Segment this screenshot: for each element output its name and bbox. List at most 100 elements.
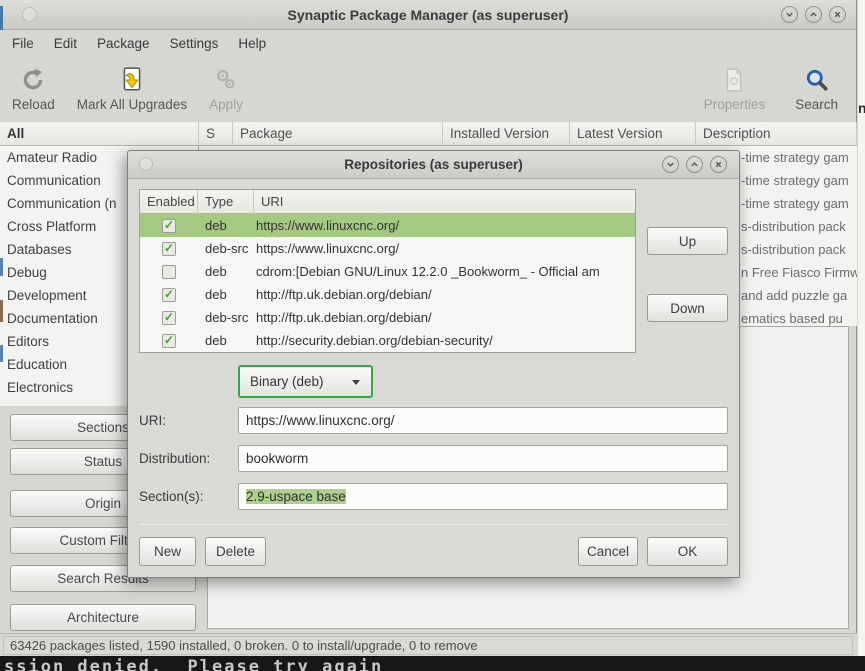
- distribution-label: Distribution:: [139, 451, 210, 466]
- delete-button[interactable]: Delete: [205, 537, 266, 566]
- sidebar-button-architecture[interactable]: Architecture: [10, 604, 196, 631]
- mark-all-upgrades-icon: [120, 66, 144, 93]
- repo-type: deb: [198, 218, 254, 233]
- repo-column-type[interactable]: Type: [198, 190, 254, 214]
- column-header-installed-version[interactable]: Installed Version: [443, 122, 570, 146]
- sections-field[interactable]: 2.9-uspace base: [238, 483, 728, 510]
- maximize-button[interactable]: [805, 6, 822, 23]
- package-row-description-fragment[interactable]: s-distribution pack: [741, 238, 857, 261]
- dialog-minimize-button[interactable]: [662, 156, 679, 173]
- table-header-row: All S Package Installed Version Latest V…: [0, 122, 857, 146]
- type-dropdown[interactable]: Binary (deb): [238, 365, 373, 398]
- sections-field-selected-text: 2.9-uspace base: [246, 489, 346, 504]
- repo-column-enabled[interactable]: Enabled: [140, 190, 198, 214]
- column-header-latest-version[interactable]: Latest Version: [570, 122, 696, 146]
- toolbar: Reload Mark All Upgrades: [0, 57, 856, 121]
- terminal-window-strip[interactable]: ssion denied. Please try again: [0, 656, 865, 671]
- background-window-text-fragment: n: [858, 100, 865, 116]
- package-row-description-fragment[interactable]: s-distribution pack: [741, 215, 857, 238]
- package-row-description-fragment[interactable]: n Free Fiasco Firmw: [741, 261, 857, 284]
- repo-enabled-cell: [140, 334, 198, 348]
- menu-file[interactable]: File: [2, 31, 44, 57]
- repo-uri: http://ftp.uk.debian.org/debian/: [254, 310, 635, 325]
- repo-table-header: Enabled Type URI: [140, 190, 635, 214]
- package-row-description-fragment[interactable]: ematics based pu: [741, 307, 857, 326]
- menubar: File Edit Package Settings Help: [0, 31, 856, 57]
- menu-package[interactable]: Package: [87, 31, 160, 57]
- toolbar-right-group: Properties Search: [698, 64, 844, 114]
- enabled-checkbox[interactable]: [162, 334, 176, 348]
- repo-uri: http://security.debian.org/debian-securi…: [254, 333, 635, 348]
- type-dropdown-value: Binary (deb): [250, 374, 351, 389]
- column-header-package[interactable]: Package: [233, 122, 443, 146]
- search-button[interactable]: Search: [789, 64, 844, 114]
- cancel-button[interactable]: Cancel: [578, 537, 638, 566]
- repo-uri: https://www.linuxcnc.org/: [254, 218, 635, 233]
- uri-field[interactable]: [238, 407, 728, 434]
- repo-row[interactable]: deb http://security.debian.org/debian-se…: [140, 329, 635, 352]
- repo-row[interactable]: deb cdrom:[Debian GNU/Linux 12.2.0 _Book…: [140, 260, 635, 283]
- apply-button[interactable]: Apply: [203, 64, 249, 114]
- move-down-button[interactable]: Down: [647, 294, 728, 322]
- toolbar-left-group: Reload Mark All Upgrades: [6, 64, 249, 114]
- repo-row[interactable]: deb-src http://ftp.uk.debian.org/debian/: [140, 306, 635, 329]
- repo-row[interactable]: deb https://www.linuxcnc.org/: [140, 214, 635, 237]
- repo-enabled-cell: [140, 219, 198, 233]
- dialog-titlebar[interactable]: Repositories (as superuser): [128, 151, 739, 179]
- repositories-dialog: Repositories (as superuser) Enabled Type…: [127, 150, 740, 578]
- reload-icon: [20, 66, 46, 93]
- enabled-checkbox[interactable]: [162, 242, 176, 256]
- edge-sliver: [0, 6, 3, 30]
- repo-type: deb: [198, 287, 254, 302]
- column-header-description[interactable]: Description: [696, 122, 857, 146]
- repo-enabled-cell: [140, 311, 198, 325]
- close-button[interactable]: [829, 6, 846, 23]
- package-row-description-fragment[interactable]: and add puzzle ga: [741, 284, 857, 307]
- edge-sliver: [0, 258, 3, 276]
- properties-button[interactable]: Properties: [698, 64, 772, 114]
- uri-label: URI:: [139, 413, 166, 428]
- reload-button[interactable]: Reload: [6, 64, 61, 114]
- repo-type: deb-src: [198, 310, 254, 325]
- dialog-maximize-button[interactable]: [686, 156, 703, 173]
- properties-document-icon: [723, 66, 745, 93]
- enabled-checkbox[interactable]: [162, 311, 176, 325]
- menu-settings[interactable]: Settings: [160, 31, 229, 57]
- dialog-close-button[interactable]: [710, 156, 727, 173]
- package-row-description-fragment[interactable]: -time strategy gam: [741, 192, 857, 215]
- package-row-description-fragment[interactable]: -time strategy gam: [741, 146, 857, 169]
- dialog-separator: [139, 524, 728, 525]
- mark-all-upgrades-button[interactable]: Mark All Upgrades: [71, 64, 193, 114]
- move-up-button[interactable]: Up: [647, 227, 728, 255]
- repo-enabled-cell: [140, 265, 198, 279]
- minimize-button[interactable]: [781, 6, 798, 23]
- package-row-description-fragment[interactable]: -time strategy gam: [741, 169, 857, 192]
- new-button[interactable]: New: [139, 537, 196, 566]
- status-text: 63426 packages listed, 1590 installed, 0…: [3, 636, 853, 655]
- repositories-table: Enabled Type URI deb https://www.linuxcn…: [139, 189, 636, 353]
- enabled-checkbox[interactable]: [162, 265, 176, 279]
- repo-row[interactable]: deb-src https://www.linuxcnc.org/: [140, 237, 635, 260]
- chevron-down-icon: [351, 378, 361, 386]
- ok-button[interactable]: OK: [647, 537, 728, 566]
- repo-uri: http://ftp.uk.debian.org/debian/: [254, 287, 635, 302]
- repo-enabled-cell: [140, 242, 198, 256]
- repo-row[interactable]: deb http://ftp.uk.debian.org/debian/: [140, 283, 635, 306]
- menu-help[interactable]: Help: [228, 31, 276, 57]
- main-titlebar[interactable]: Synaptic Package Manager (as superuser): [0, 0, 856, 30]
- main-window-controls: [781, 6, 846, 23]
- repo-column-uri[interactable]: URI: [254, 190, 635, 214]
- repo-type: deb: [198, 264, 254, 279]
- distribution-field[interactable]: [238, 445, 728, 472]
- terminal-text-fragment: ssion denied. Please try again: [4, 657, 383, 671]
- menu-edit[interactable]: Edit: [44, 31, 87, 57]
- repo-type: deb: [198, 333, 254, 348]
- repo-enabled-cell: [140, 288, 198, 302]
- screen: n Synaptic Package Manager (as superuser…: [0, 0, 865, 671]
- repo-uri: cdrom:[Debian GNU/Linux 12.2.0 _Bookworm…: [254, 264, 635, 279]
- repo-uri: https://www.linuxcnc.org/: [254, 241, 635, 256]
- enabled-checkbox[interactable]: [162, 288, 176, 302]
- enabled-checkbox[interactable]: [162, 219, 176, 233]
- column-header-status[interactable]: S: [199, 122, 233, 146]
- sidebar-header-all[interactable]: All: [0, 122, 199, 146]
